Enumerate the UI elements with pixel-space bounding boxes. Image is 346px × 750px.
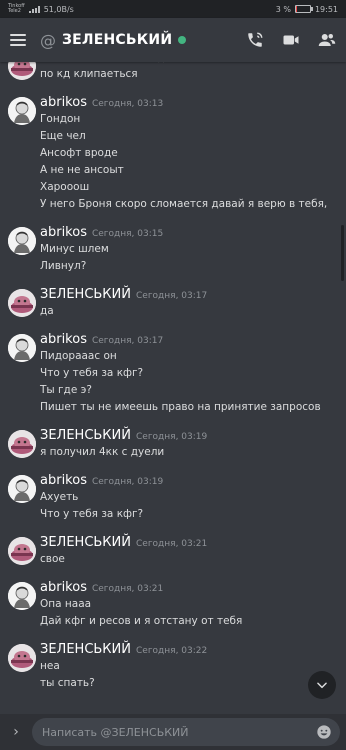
message-text: Что у тебя за кфг? <box>40 508 144 520</box>
online-status-dot <box>178 36 187 44</box>
message-text: Дай кфг и ресов и я отстану от тебя <box>40 615 243 627</box>
message-timestamp: Сегодня, 03:19 <box>136 432 208 442</box>
author-name[interactable]: ЗЕЛЕНСЬКИЙ <box>40 428 131 443</box>
author-name[interactable]: abrikos <box>40 580 87 595</box>
message-header: abrikos Сегодня, 03:19 <box>40 473 163 488</box>
message-timestamp: Сегодня, 03:17 <box>136 291 208 301</box>
avatar[interactable] <box>8 537 36 565</box>
message-timestamp: Сегодня, 03:19 <box>91 477 164 487</box>
carrier-name-2: Tele2 <box>8 8 21 14</box>
message-header: ЗЕЛЕНСЬКИЙ Сегодня, 03:19 <box>40 428 207 443</box>
message-header: ЗЕЛЕНСЬКИЙ Сегодня, 03:21 <box>40 535 207 550</box>
message-text: Ты где э? <box>40 384 92 396</box>
author-name[interactable]: abrikos <box>40 225 87 240</box>
message-timestamp: Сегодня, 03:21 <box>136 539 208 549</box>
message-header: abrikos Сегодня, 03:17 <box>40 332 163 347</box>
message-text: А не не ансоыт <box>40 164 124 176</box>
battery-percent: 3 % <box>275 4 291 14</box>
author-name[interactable]: ЗЕЛЕНСЬКИЙ <box>40 535 131 550</box>
message-timestamp: Сегодня, 03:13 <box>91 99 164 109</box>
message-text: Ахуеть <box>40 491 79 503</box>
message-header: abrikos Сегодня, 03:21 <box>40 580 163 595</box>
scrollbar[interactable] <box>341 225 344 281</box>
clock: 19:51 <box>314 4 338 14</box>
message-text: Пидорааас он <box>40 350 117 362</box>
author-name[interactable]: ЗЕЛЕНСЬКИЙ <box>40 642 131 657</box>
message-text: Минус шлем <box>40 243 109 255</box>
message-header: abrikos Сегодня, 03:13 <box>40 95 163 110</box>
avatar[interactable] <box>8 582 36 610</box>
message-timestamp: Сегодня, 03:15 <box>91 229 164 239</box>
message-text: ты спать? <box>40 677 95 689</box>
message-header: ЗЕЛЕНСЬКИЙ Сегодня, 03:17 <box>40 287 207 302</box>
emoji-icon[interactable] <box>316 724 332 740</box>
chevron-down-icon <box>317 682 327 689</box>
message-text: Гондон <box>40 113 81 125</box>
message-list[interactable]: ЗЕЛЕНСЬКИЙ Сегодня, 03:13 по кд клипаеться… <box>0 50 346 714</box>
author-name[interactable]: abrikos <box>40 332 87 347</box>
author-name[interactable]: abrikos <box>40 95 87 110</box>
message-input-wrap <box>32 718 340 746</box>
chevron-right-icon[interactable]: › <box>6 724 26 740</box>
avatar[interactable] <box>8 475 36 503</box>
message-timestamp: Сегодня, 03:17 <box>91 336 164 346</box>
avatar[interactable] <box>8 227 36 255</box>
message-text: неа <box>40 660 60 672</box>
message-header: ЗЕЛЕНСЬКИЙ Сегодня, 03:22 <box>40 642 207 657</box>
avatar[interactable] <box>8 430 36 458</box>
signal-icon <box>28 5 40 13</box>
net-speed: 51,0B/s <box>43 4 74 14</box>
message-input[interactable] <box>40 724 316 740</box>
dm-header: @ ЗЕЛЕНСЬКИЙ <box>0 18 346 62</box>
message-text: Еще чел <box>40 130 86 142</box>
at-icon: @ <box>40 30 56 50</box>
message-text: У него Броня скоро сломается давай я вер… <box>40 198 328 210</box>
message-text: Пишет ты не имеешь право на принятие зап… <box>40 401 321 413</box>
jump-to-bottom-button[interactable] <box>308 671 336 699</box>
message-text: да <box>40 305 54 317</box>
battery-icon <box>294 5 313 13</box>
author-name[interactable]: ЗЕЛЕНСЬКИЙ <box>40 287 131 302</box>
battery-level-fill <box>295 6 297 12</box>
message-text: свое <box>40 553 65 565</box>
message-text: по кд клипаеться <box>40 68 138 80</box>
message-composer: › <box>0 714 346 750</box>
avatar[interactable] <box>8 334 36 362</box>
members-icon[interactable] <box>318 31 336 49</box>
message-text: Что у тебя за кфг? <box>40 367 144 379</box>
phone-call-icon[interactable] <box>246 31 264 49</box>
video-camera-icon[interactable] <box>282 31 300 49</box>
system-status-bar: Tinkoff Tele2 51,0B/s 3 % 19:51 <box>0 0 346 18</box>
message-header: abrikos Сегодня, 03:15 <box>40 225 163 240</box>
carrier-info: Tinkoff Tele2 <box>8 4 25 14</box>
message-text: Ансофт вроде <box>40 147 118 159</box>
hamburger-menu-icon[interactable] <box>10 34 26 46</box>
avatar[interactable] <box>8 289 36 317</box>
message-timestamp: Сегодня, 03:21 <box>91 584 164 594</box>
channel-title: ЗЕЛЕНСЬКИЙ <box>62 32 173 48</box>
message-timestamp: Сегодня, 03:22 <box>136 646 208 656</box>
message-text: Ливнул? <box>40 260 87 272</box>
message-text: Опа нааа <box>40 598 92 610</box>
message-text: Харооош <box>40 181 90 193</box>
avatar[interactable] <box>8 97 36 125</box>
author-name[interactable]: abrikos <box>40 473 87 488</box>
message-text: я получил 4кк с дуели <box>40 446 165 458</box>
avatar[interactable] <box>8 644 36 672</box>
